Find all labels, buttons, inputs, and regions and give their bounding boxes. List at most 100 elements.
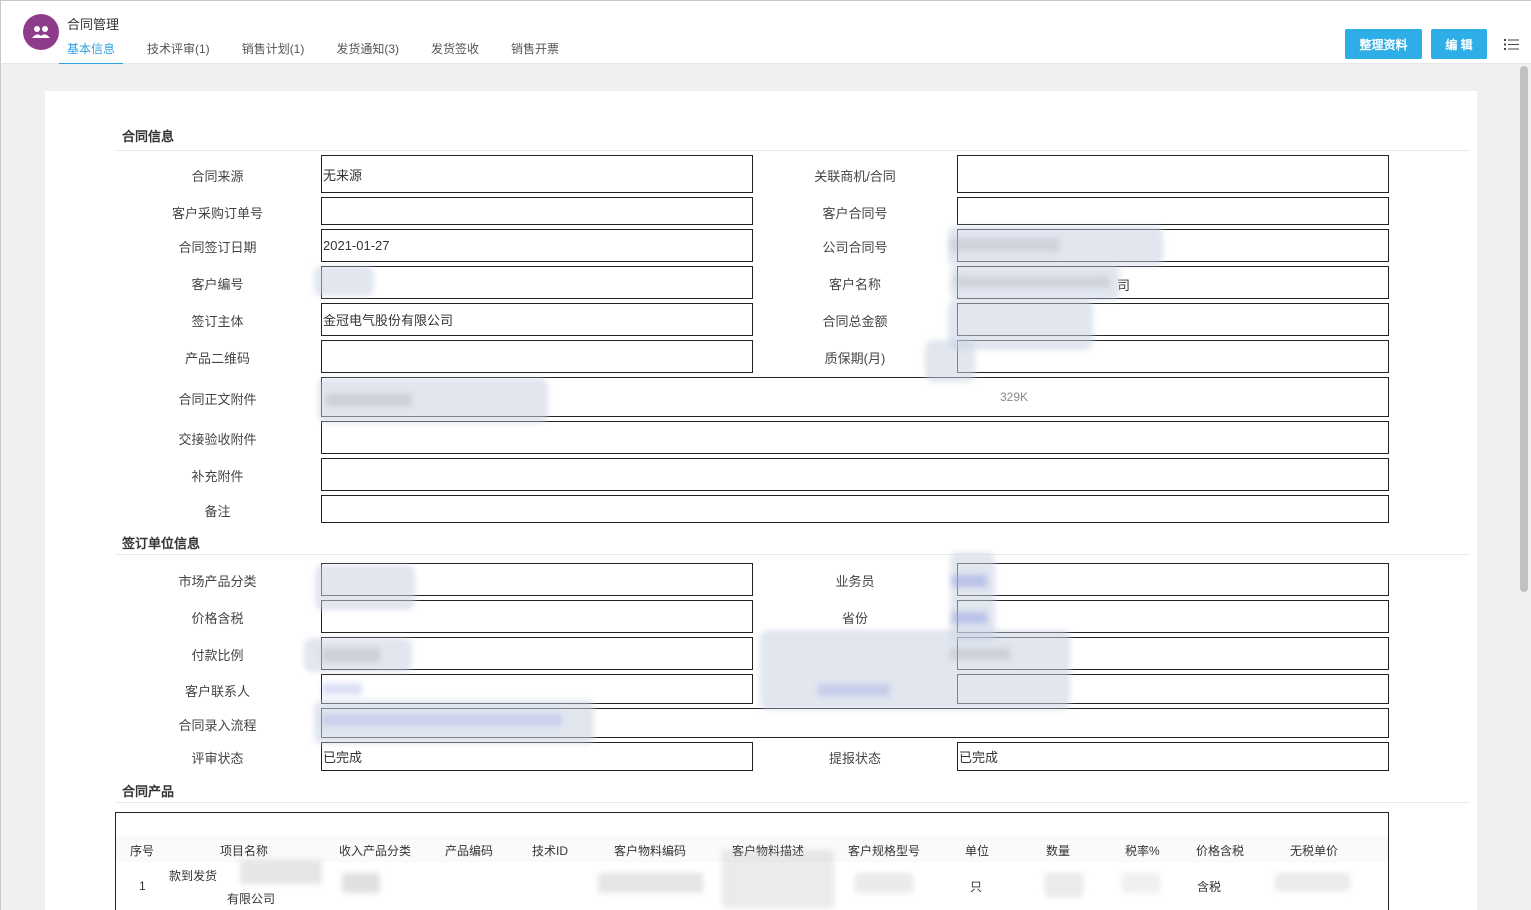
col-income-category: 收入产品分类 [339,844,412,858]
field-salesman[interactable] [957,563,1389,596]
field-contract-source[interactable]: 无来源 [321,155,753,193]
redaction-mask [722,850,834,908]
redaction-mask [955,276,1110,288]
section-title-contract-info: 合同信息 [122,129,175,144]
redaction-mask [818,684,890,696]
col-material-code: 客户物料编码 [614,844,687,858]
label-contract-attachment: 合同正文附件 [178,392,257,407]
col-price-tax: 价格含税 [1196,844,1245,858]
label-salesman: 业务员 [835,574,875,589]
label-product-qrcode: 产品二维码 [184,351,250,366]
tab-bar: 基本信息 技术评审(1) 销售计划(1) 发货通知(3) 发货签收 销售开票 [59,39,583,65]
tab-basic-info[interactable]: 基本信息 [59,39,124,65]
redaction-mask [1275,873,1350,891]
field-related-opportunity[interactable] [957,155,1389,193]
label-customer-contact: 客户联系人 [184,684,250,699]
row-index: 1 [139,879,146,893]
organize-button[interactable]: 整理资料 [1345,29,1422,59]
col-unit: 单位 [965,844,990,858]
col-tax-rate: 税率% [1125,844,1160,858]
field-remark[interactable] [321,495,1389,523]
field-sign-subject[interactable]: 金冠电气股份有限公司 [321,303,753,336]
redaction-mask [322,714,562,726]
field-review-status[interactable]: 已完成 [321,742,753,771]
redaction-mask [952,575,987,587]
label-contract-source: 合同来源 [191,169,244,184]
label-remark: 备注 [204,504,231,519]
app-avatar [23,14,59,50]
label-sign-subject: 签订主体 [191,314,244,329]
section-divider [115,554,1470,555]
label-report-status: 提报状态 [828,751,881,766]
section-title-sign-unit: 签订单位信息 [122,536,201,551]
label-handover-attachment: 交接验收附件 [178,432,257,447]
redaction-mask [326,393,411,407]
section-title-products: 合同产品 [122,784,175,799]
field-customer-contract-no[interactable] [957,197,1389,225]
col-product-code: 产品编码 [445,844,494,858]
label-customer-contract-no: 客户合同号 [822,206,888,221]
redaction-mask [240,860,322,884]
section-divider [115,150,1470,151]
tab-delivery-signoff[interactable]: 发货签收 [423,39,487,65]
col-unit-price-notax: 无税单价 [1290,844,1339,858]
row-project-line2: 有限公司 [227,892,276,906]
redaction-mask [950,648,1010,660]
edit-button[interactable]: 编 辑 [1431,29,1487,59]
redaction-mask [314,266,374,296]
label-entry-flow: 合同录入流程 [178,718,257,733]
row-tax-included: 含税 [1197,880,1222,894]
redaction-mask [598,873,703,893]
label-province: 省份 [841,611,868,626]
redaction-mask [315,565,415,610]
vertical-scrollbar[interactable] [1520,66,1528,592]
field-extra-attachment[interactable] [321,458,1389,491]
label-extra-attachment: 补充附件 [191,469,244,484]
redaction-mask [322,648,380,662]
label-price-tax: 价格含税 [191,611,244,626]
label-review-status: 评审状态 [191,751,244,766]
field-customer-po[interactable] [321,197,753,225]
field-handover-attachment[interactable] [321,421,1389,454]
field-province[interactable] [957,600,1389,633]
field-product-qrcode[interactable] [321,340,753,373]
label-market-category: 市场产品分类 [178,574,257,589]
field-customer-code[interactable] [321,266,753,299]
users-icon [32,26,50,38]
col-quantity: 数量 [1046,844,1071,858]
label-total-amount: 合同总金额 [822,314,888,329]
row-project-line1: 款到发货 [169,869,218,883]
redaction-mask [342,873,380,893]
label-customer-name: 客户名称 [828,277,881,292]
section-divider [115,802,1470,803]
tab-sales-invoice[interactable]: 销售开票 [503,39,567,65]
field-sign-date[interactable]: 2021-01-27 [321,229,753,262]
label-customer-po: 客户采购订单号 [171,206,263,221]
col-spec-model: 客户规格型号 [848,844,921,858]
app-header: 合同管理 基本信息 技术评审(1) 销售计划(1) 发货通知(3) 发货签收 销… [0,0,1531,65]
col-index: 序号 [130,844,155,858]
redaction-mask [322,683,362,695]
redaction-mask [925,340,975,382]
label-company-contract-no: 公司合同号 [822,240,888,255]
redaction-mask [1122,873,1160,893]
label-warranty: 质保期(月) [824,351,886,366]
list-menu-icon[interactable] [1504,38,1519,51]
field-report-status[interactable]: 已完成 [957,742,1389,771]
redaction-mask [1045,873,1083,897]
redaction-mask [950,238,1060,252]
redaction-mask [760,630,1070,710]
col-tech-id: 技术ID [532,844,569,858]
col-project-name: 项目名称 [220,844,269,858]
redaction-mask [952,612,987,624]
tab-delivery-notice[interactable]: 发货通知(3) [328,39,407,65]
redaction-mask [950,552,995,642]
label-sign-date: 合同签订日期 [178,240,257,255]
app-title: 合同管理 [67,17,120,32]
attachment-size: 329K [1000,390,1029,404]
label-customer-code: 客户编号 [191,277,244,292]
tab-sales-plan[interactable]: 销售计划(1) [234,39,313,65]
label-payment-ratio: 付款比例 [191,648,244,663]
row-unit: 只 [970,880,983,894]
tab-tech-review[interactable]: 技术评审(1) [139,39,218,65]
